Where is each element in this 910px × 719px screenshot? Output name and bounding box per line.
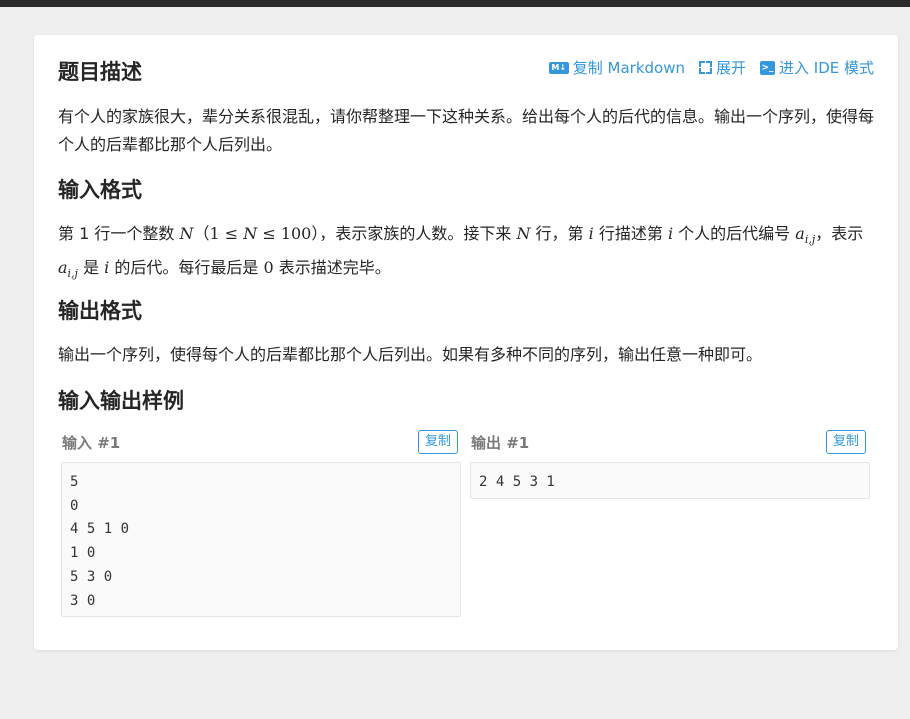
- problem-card: 题目描述 M↓ 复制 Markdown 展开 >_ 进入 IDE 模式 有个人的…: [34, 35, 898, 650]
- expand-label: 展开: [715, 59, 746, 77]
- samples-title: 输入输出样例: [58, 389, 184, 413]
- code-line: 4 5 1 0: [70, 521, 130, 538]
- code-line: 2 4 5 3 1: [479, 474, 555, 490]
- code-line: 5 3 0: [70, 568, 113, 585]
- enter-ide-button[interactable]: >_ 进入 IDE 模式: [760, 57, 874, 78]
- enter-ide-label: 进入 IDE 模式: [779, 59, 874, 77]
- copy-output-button[interactable]: 复制: [826, 430, 867, 454]
- input-format-text: 第 1 行一个整数 N（1 ≤ N ≤ 100），表示家族的人数。接下来 N 行…: [58, 224, 864, 281]
- copy-markdown-label: 复制 Markdown: [572, 59, 685, 77]
- code-line: 3 0: [70, 592, 96, 609]
- page-title: 题目描述: [58, 60, 142, 84]
- sample-input-label: 输入 #1: [62, 434, 121, 452]
- top-bar: [0, 0, 910, 7]
- copy-markdown-button[interactable]: M↓ 复制 Markdown: [548, 57, 685, 78]
- input-format-title: 输入格式: [58, 178, 142, 202]
- terminal-icon: >_: [760, 60, 775, 75]
- code-line: 0: [70, 497, 79, 514]
- description-text: 有个人的家族很大，辈分关系很混乱，请你帮整理一下这种关系。给出每个人的后代的信息…: [58, 107, 875, 154]
- problem-actions: M↓ 复制 Markdown 展开 >_ 进入 IDE 模式: [548, 57, 874, 78]
- output-format-title: 输出格式: [58, 299, 142, 323]
- markdown-icon: M↓: [548, 61, 569, 74]
- code-line: 5: [70, 474, 79, 490]
- sample-input-box: 5 0 4 5 1 0 1 0 5 3 0 3 0: [61, 462, 461, 617]
- output-format-text: 输出一个序列，使得每个人的后辈都比那个人后列出。如果有多种不同的序列，输出任意一…: [58, 345, 763, 364]
- expand-icon: [698, 61, 712, 74]
- expand-button[interactable]: 展开: [698, 57, 746, 78]
- code-line: 1 0: [70, 545, 96, 562]
- copy-input-button[interactable]: 复制: [418, 430, 459, 454]
- sample-output-box: 2 4 5 3 1: [470, 462, 870, 499]
- sample-output-label: 输出 #1: [471, 434, 530, 452]
